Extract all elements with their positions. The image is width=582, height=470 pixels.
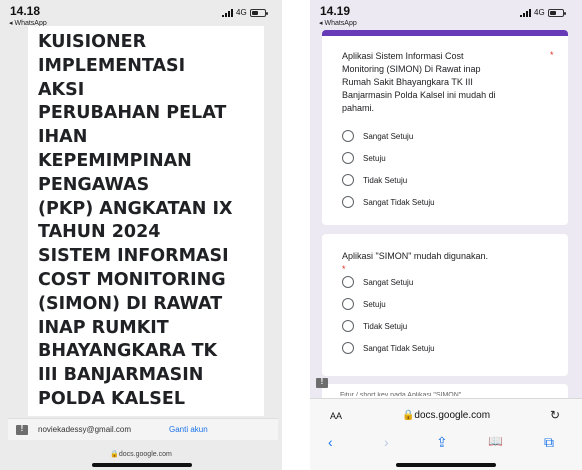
back-icon[interactable]: ‹ <box>328 434 333 450</box>
status-time: 14.18 <box>10 4 41 18</box>
form-title-line: (PKP) ANGKATAN IX <box>38 198 233 219</box>
radio-button[interactable] <box>342 174 354 186</box>
form-title-line: BHAYANGKARA TK <box>38 341 218 362</box>
report-flag-icon[interactable] <box>316 377 328 388</box>
reload-icon[interactable]: ↻ <box>550 408 560 422</box>
option-label: Tidak Setuju <box>363 175 408 185</box>
battery-icon <box>249 8 268 17</box>
account-bar: noviekadessy@gmail.com Ganti akun <box>8 418 278 440</box>
back-to-app-link[interactable]: ◂ WhatsApp <box>319 19 357 27</box>
required-marker: * <box>342 264 346 274</box>
status-indicators: 4G <box>520 8 566 17</box>
forward-icon[interactable]: › <box>384 434 389 450</box>
form-title-line: III BANJARMASIN <box>38 365 204 386</box>
option-label: Sangat Setuju <box>363 277 414 287</box>
form-title-line: (SIMON) DI RAWAT <box>38 293 223 314</box>
radio-button[interactable] <box>342 342 354 354</box>
radio-option[interactable]: Setuju <box>342 152 386 164</box>
radio-option[interactable]: Setuju <box>342 298 386 310</box>
option-label: Sangat Setuju <box>363 131 414 141</box>
url-bar[interactable]: 🔒docs.google.com <box>310 410 582 421</box>
form-title-line: SISTEM INFORMASI <box>38 246 229 267</box>
account-email: noviekadessy@gmail.com <box>38 425 132 434</box>
question-text: Aplikasi "SIMON" mudah digunakan. * <box>342 250 488 276</box>
switch-account-link[interactable]: Ganti akun <box>169 425 208 434</box>
home-indicator <box>92 463 192 467</box>
radio-option[interactable]: Sangat Tidak Setuju <box>342 196 435 208</box>
question-line: Aplikasi Sistem Informasi Cost <box>342 51 464 61</box>
right-phone-screenshot: 14.19 ◂ WhatsApp 4G Aplikasi Sistem Info… <box>310 0 582 470</box>
radio-button[interactable] <box>342 152 354 164</box>
question-line: Aplikasi "SIMON" mudah digunakan. * <box>342 250 488 276</box>
form-title-line: PENGAWAS <box>38 174 150 195</box>
report-flag-icon[interactable] <box>16 424 28 435</box>
radio-button[interactable] <box>342 130 354 142</box>
network-label: 4G <box>534 8 545 17</box>
status-bar: 14.19 ◂ WhatsApp 4G <box>310 0 582 32</box>
form-title-line: TAHUN 2024 <box>38 222 161 243</box>
radio-option[interactable]: Sangat Setuju <box>342 276 413 288</box>
signal-icon <box>520 8 531 17</box>
question-line: Rumah Sakit Bhayangkara TK III <box>342 77 473 87</box>
radio-option[interactable]: Sangat Tidak Setuju <box>342 342 435 354</box>
battery-icon <box>547 8 566 17</box>
form-title-line: AKSI <box>38 79 85 100</box>
share-icon[interactable]: ⇪ <box>436 434 448 451</box>
question-text-cut: Fitur / short key pada Aplikasi "SIMON" <box>340 392 462 396</box>
question-line: Monitoring (SIMON) Di Rawat inap <box>342 64 481 74</box>
radio-option[interactable]: Tidak Setuju <box>342 320 407 332</box>
required-marker: * <box>550 50 554 60</box>
browser-toolbar: AA 🔒docs.google.com ↻ ‹ › ⇪ 📖 ⧉ <box>310 398 582 470</box>
option-label: Sangat Tidak Setuju <box>363 197 435 207</box>
form-title-line: PERUBAHAN PELAT <box>38 103 227 124</box>
form-title-line: POLDA KALSEL <box>38 388 185 409</box>
url-bar[interactable]: 🔒docs.google.com <box>0 450 282 458</box>
status-indicators: 4G <box>222 8 268 17</box>
option-label: Setuju <box>363 299 386 309</box>
radio-button[interactable] <box>342 276 354 288</box>
form-title: KUISIONER IMPLEMENTASI AKSI PERUBAHAN PE… <box>38 31 260 412</box>
radio-option[interactable]: Sangat Setuju <box>342 130 413 142</box>
question-line: Banjarmasin Polda Kalsel ini mudah di <box>342 90 496 100</box>
radio-button[interactable] <box>342 320 354 332</box>
signal-icon <box>222 8 233 17</box>
form-title-line: IMPLEMENTASI <box>38 55 186 76</box>
status-time: 14.19 <box>320 4 351 18</box>
bookmarks-icon[interactable]: 📖 <box>488 434 503 448</box>
question-card: Aplikasi "SIMON" mudah digunakan. * Sang… <box>322 234 568 376</box>
radio-button[interactable] <box>342 196 354 208</box>
form-title-line: IHAN <box>38 127 88 148</box>
question-label: Aplikasi "SIMON" mudah digunakan. <box>342 251 488 261</box>
form-title-line: COST MONITORING <box>38 269 226 290</box>
network-label: 4G <box>236 8 247 17</box>
question-card: Aplikasi Sistem Informasi Cost Monitorin… <box>322 30 568 225</box>
option-label: Tidak Setuju <box>363 321 408 331</box>
question-line: pahami. <box>342 103 375 113</box>
radio-option[interactable]: Tidak Setuju <box>342 174 407 186</box>
form-title-line: KEPEMIMPINAN <box>38 150 192 171</box>
option-label: Sangat Tidak Setuju <box>363 343 435 353</box>
home-indicator <box>396 463 496 467</box>
question-text: Aplikasi Sistem Informasi Cost Monitorin… <box>342 50 496 115</box>
form-title-line: INAP RUMKIT <box>38 317 169 338</box>
option-label: Setuju <box>363 153 386 163</box>
tabs-icon[interactable]: ⧉ <box>544 434 554 451</box>
form-title-line: KUISIONER <box>38 32 147 52</box>
left-phone-screenshot: 14.18 ◂ WhatsApp 4G KUISIONER IMPLEMENTA… <box>0 0 282 470</box>
radio-button[interactable] <box>342 298 354 310</box>
